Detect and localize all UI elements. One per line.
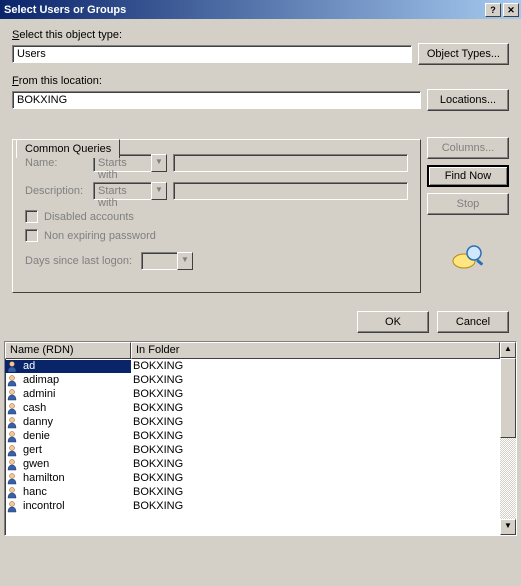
cell-name: danny [5, 416, 131, 429]
locations-button[interactable]: Locations... [427, 89, 509, 111]
object-type-label: Select this object type: [12, 29, 509, 41]
columns-button: Columns... [427, 137, 509, 159]
close-button[interactable]: ✕ [503, 3, 519, 17]
table-row[interactable]: denieBOKXING [5, 429, 500, 443]
cell-name: admini [5, 388, 131, 401]
cell-folder: BOKXING [131, 374, 500, 386]
object-type-field[interactable]: Users [12, 45, 412, 63]
name-input [173, 154, 408, 172]
object-types-button[interactable]: Object Types... [418, 43, 509, 65]
days-value [141, 252, 177, 270]
stop-button: Stop [427, 193, 509, 215]
ok-button[interactable]: OK [357, 311, 429, 333]
cell-folder: BOKXING [131, 388, 500, 400]
cell-folder: BOKXING [131, 486, 500, 498]
location-label: From this location: [12, 75, 509, 87]
disabled-accounts-label: Disabled accounts [44, 211, 134, 223]
cell-folder: BOKXING [131, 472, 500, 484]
days-label: Days since last logon: [25, 255, 135, 267]
cell-name: ad [5, 360, 131, 373]
scroll-up-icon[interactable]: ▲ [500, 342, 516, 358]
column-header-folder[interactable]: In Folder [131, 342, 500, 359]
description-label: Description: [25, 185, 87, 197]
table-row[interactable]: cashBOKXING [5, 401, 500, 415]
cell-name: incontrol [5, 500, 131, 513]
scroll-down-icon[interactable]: ▼ [500, 519, 516, 535]
find-now-button[interactable]: Find Now [427, 165, 509, 187]
scroll-track[interactable] [500, 358, 516, 519]
table-row[interactable]: adBOKXING [5, 359, 500, 373]
results-list: Name (RDN) In Folder adBOKXINGadimapBOKX… [4, 341, 517, 536]
help-button[interactable]: ? [485, 3, 501, 17]
tab-common-queries[interactable]: Common Queries [16, 139, 120, 158]
chevron-down-icon: ▼ [151, 182, 167, 200]
table-row[interactable]: hancBOKXING [5, 485, 500, 499]
cell-folder: BOKXING [131, 500, 500, 512]
cell-folder: BOKXING [131, 458, 500, 470]
disabled-accounts-checkbox: Disabled accounts [25, 210, 408, 223]
table-row[interactable]: adminiBOKXING [5, 387, 500, 401]
cell-name: cash [5, 402, 131, 415]
table-row[interactable]: gwenBOKXING [5, 457, 500, 471]
table-row[interactable]: hamiltonBOKXING [5, 471, 500, 485]
chevron-down-icon: ▼ [177, 252, 193, 270]
description-mode-value: Starts with [93, 182, 151, 200]
scroll-thumb[interactable] [500, 358, 516, 438]
non-expiring-label: Non expiring password [44, 230, 156, 242]
table-row[interactable]: adimapBOKXING [5, 373, 500, 387]
window-title: Select Users or Groups [4, 4, 483, 16]
description-mode-combo: Starts with ▼ [93, 182, 167, 200]
checkbox-icon [25, 229, 38, 242]
tab-body: Name: Starts with ▼ Description: Starts … [12, 139, 421, 293]
cell-folder: BOKXING [131, 360, 500, 372]
cell-name: hamilton [5, 472, 131, 485]
cell-folder: BOKXING [131, 430, 500, 442]
chevron-down-icon: ▼ [151, 154, 167, 172]
description-input [173, 182, 408, 200]
name-label: Name: [25, 157, 87, 169]
table-row[interactable]: dannyBOKXING [5, 415, 500, 429]
table-row[interactable]: incontrolBOKXING [5, 499, 500, 513]
non-expiring-checkbox: Non expiring password [25, 229, 408, 242]
cell-folder: BOKXING [131, 402, 500, 414]
cell-folder: BOKXING [131, 444, 500, 456]
cell-name: hanc [5, 486, 131, 499]
table-row[interactable]: gertBOKXING [5, 443, 500, 457]
column-header-name[interactable]: Name (RDN) [5, 342, 131, 359]
cancel-button[interactable]: Cancel [437, 311, 509, 333]
cell-folder: BOKXING [131, 416, 500, 428]
cell-name: gert [5, 444, 131, 457]
cell-name: denie [5, 430, 131, 443]
search-icon [450, 239, 486, 275]
vertical-scrollbar[interactable]: ▲ ▼ [500, 342, 516, 535]
location-field[interactable]: BOKXING [12, 91, 421, 109]
cell-name: gwen [5, 458, 131, 471]
title-bar: Select Users or Groups ? ✕ [0, 0, 521, 19]
days-combo: ▼ [141, 252, 193, 270]
cell-name: adimap [5, 374, 131, 387]
checkbox-icon [25, 210, 38, 223]
